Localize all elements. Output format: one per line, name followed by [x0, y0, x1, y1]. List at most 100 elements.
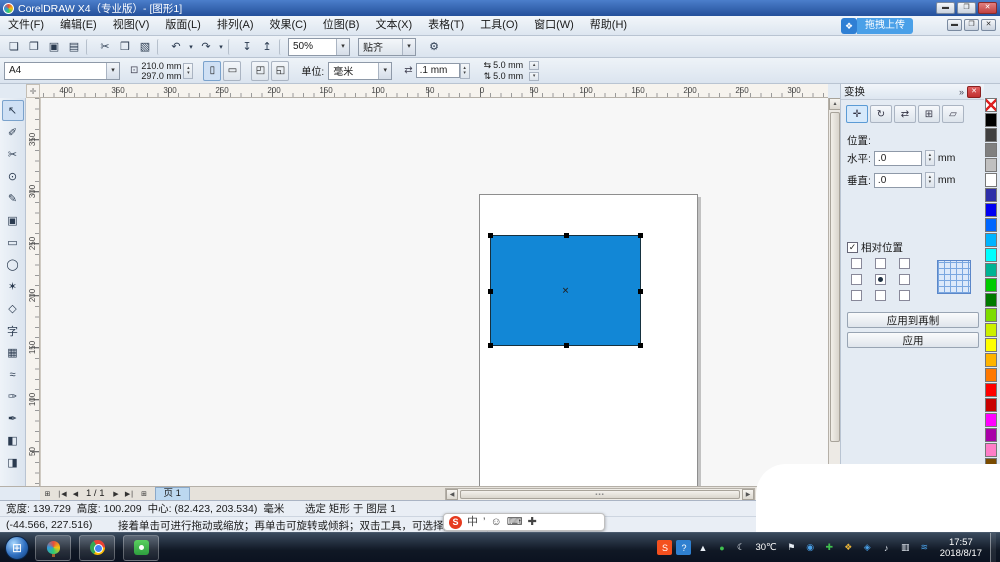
transform-rotate-button[interactable]: ↻ — [870, 105, 892, 123]
color-swatch[interactable] — [985, 158, 997, 172]
color-swatch[interactable] — [985, 413, 997, 427]
paste-icon[interactable]: ▧ — [135, 38, 155, 56]
menu-item[interactable]: 工具(O) — [472, 16, 526, 35]
color-swatch[interactable] — [985, 323, 997, 337]
anchor-cell[interactable] — [851, 290, 862, 301]
nudge-spinner[interactable]: ▴ ▾ — [460, 63, 470, 79]
options-gear-icon[interactable]: ⚙ — [424, 38, 444, 56]
ime-punctuation-icon[interactable]: ’ — [483, 514, 485, 530]
fill-tool[interactable]: ◧ — [2, 430, 24, 451]
selection-handle-n[interactable] — [564, 233, 569, 238]
color-swatch[interactable] — [985, 353, 997, 367]
minimize-button[interactable]: ▬ — [936, 2, 955, 14]
shape-tool[interactable]: ✐ — [2, 122, 24, 143]
color-swatch[interactable] — [985, 263, 997, 277]
menu-item[interactable]: 帮助(H) — [582, 16, 635, 35]
paper-height-value[interactable]: 297.0 mm — [141, 71, 181, 81]
selection-handle-nw[interactable] — [488, 233, 493, 238]
portrait-orientation-button[interactable]: ▯ — [203, 61, 221, 81]
menu-item[interactable]: 位图(B) — [315, 16, 368, 35]
import-icon[interactable]: ↧ — [237, 38, 257, 56]
anchor-cell[interactable] — [899, 258, 910, 269]
tray-moon-icon[interactable]: ☾ — [733, 540, 748, 555]
add-page-icon[interactable]: ⊞ — [40, 488, 54, 500]
anchor-cell[interactable] — [851, 274, 862, 285]
menu-item[interactable]: 效果(C) — [262, 16, 315, 35]
apply-button[interactable]: 应用 — [847, 332, 979, 348]
menu-item[interactable]: 视图(V) — [105, 16, 158, 35]
tray-audio-icon[interactable]: ♪ — [879, 540, 894, 555]
object-center-marker[interactable]: ✕ — [562, 285, 570, 296]
doc-close-button[interactable]: ✕ — [981, 19, 996, 31]
current-page-button[interactable]: ◱ — [271, 61, 289, 81]
eyedropper-tool[interactable]: ✑ — [2, 386, 24, 407]
outline-pen-tool[interactable]: ✒ — [2, 408, 24, 429]
color-swatch[interactable] — [985, 428, 997, 442]
toolbar-separator[interactable] — [228, 39, 235, 55]
taskbar-clock[interactable]: 17:57 2018/8/17 — [940, 537, 982, 559]
paper-width-value[interactable]: 210.0 mm — [141, 61, 181, 71]
zoom-tool[interactable]: ⊙ — [2, 166, 24, 187]
paper-size-combo[interactable]: A4 ▾ — [4, 62, 120, 80]
horizontal-ruler[interactable]: 4003503002502001501005005010015020025030… — [40, 84, 828, 98]
tray-sync-icon[interactable]: ◉ — [803, 540, 818, 555]
table-tool[interactable]: ▦ — [2, 342, 24, 363]
pick-tool[interactable]: ↖ — [2, 100, 24, 121]
landscape-orientation-button[interactable]: ▭ — [223, 61, 241, 81]
redo-icon[interactable]: ↷ — [196, 38, 216, 56]
color-swatch[interactable] — [985, 248, 997, 262]
text-tool[interactable]: 字 — [2, 320, 24, 341]
selection-handle-e[interactable] — [638, 289, 643, 294]
color-swatch[interactable] — [985, 128, 997, 142]
color-swatch[interactable] — [985, 383, 997, 397]
color-swatch[interactable] — [985, 188, 997, 202]
color-swatch[interactable] — [985, 278, 997, 292]
undo-icon[interactable]: ↶ — [166, 38, 186, 56]
anchor-cell[interactable] — [899, 274, 910, 285]
next-page-icon[interactable]: ▶ — [109, 488, 123, 500]
apply-to-duplicate-button[interactable]: 应用到再制 — [847, 312, 979, 328]
interactive-fill-tool[interactable]: ◨ — [2, 452, 24, 473]
redo-more-icon[interactable]: ▾ — [216, 38, 226, 56]
start-button[interactable]: ⊞ — [5, 536, 29, 560]
selected-rectangle[interactable]: ✕ — [490, 235, 641, 346]
menu-item[interactable]: 窗口(W) — [526, 16, 582, 35]
first-page-icon[interactable]: ❘◀ — [54, 488, 68, 500]
menu-item[interactable]: 文本(X) — [367, 16, 420, 35]
cut-icon[interactable]: ✂ — [95, 38, 115, 56]
horizontal-spinner[interactable]: ▴ ▾ — [925, 150, 935, 166]
horizontal-scroll-thumb[interactable]: ▪▪▪ — [460, 490, 740, 499]
tray-net-icon[interactable]: ◈ — [860, 540, 875, 555]
duplicate-x-spinner[interactable]: ▴ — [529, 61, 539, 70]
vertical-position-field[interactable]: .0 — [874, 173, 922, 188]
polygon-tool[interactable]: ✶ — [2, 276, 24, 297]
tray-hidden-icons[interactable]: ▲ — [695, 540, 710, 555]
menu-item[interactable]: 表格(T) — [420, 16, 472, 35]
copy-icon[interactable]: ❒ — [115, 38, 135, 56]
page-tab[interactable]: 页 1 — [155, 487, 190, 500]
color-swatch[interactable] — [985, 308, 997, 322]
duplicate-x-value[interactable]: 5.0 mm — [493, 60, 527, 70]
tray-star-icon[interactable]: ❖ — [841, 540, 856, 555]
maximize-button[interactable]: ❐ — [957, 2, 976, 14]
sogou-logo-icon[interactable]: S — [449, 516, 462, 529]
snap-dropdown[interactable]: 贴齐 ▾ — [358, 38, 416, 56]
doc-minimize-button[interactable]: ▬ — [947, 19, 962, 31]
anchor-cell[interactable] — [851, 258, 862, 269]
anchor-cell[interactable] — [875, 274, 886, 285]
anchor-cell[interactable] — [875, 290, 886, 301]
duplicate-y-value[interactable]: 5.0 mm — [493, 71, 527, 81]
paper-size-spinner[interactable]: ▴ ▾ — [183, 63, 193, 79]
toolbar-separator[interactable] — [86, 39, 93, 55]
toolbar-separator[interactable] — [157, 39, 164, 55]
transform-skew-button[interactable]: ▱ — [942, 105, 964, 123]
scroll-right-icon[interactable]: ▶ — [742, 489, 754, 500]
new-document-icon[interactable]: ❏ — [4, 38, 24, 56]
no-color-swatch[interactable] — [985, 98, 997, 112]
show-desktop-button[interactable] — [990, 533, 996, 562]
menu-item[interactable]: 版面(L) — [157, 16, 208, 35]
transform-position-button[interactable]: ✛ — [846, 105, 868, 123]
undo-more-icon[interactable]: ▾ — [186, 38, 196, 56]
duplicate-y-spinner[interactable]: ▾ — [529, 72, 539, 81]
freehand-tool[interactable]: ✎ — [2, 188, 24, 209]
